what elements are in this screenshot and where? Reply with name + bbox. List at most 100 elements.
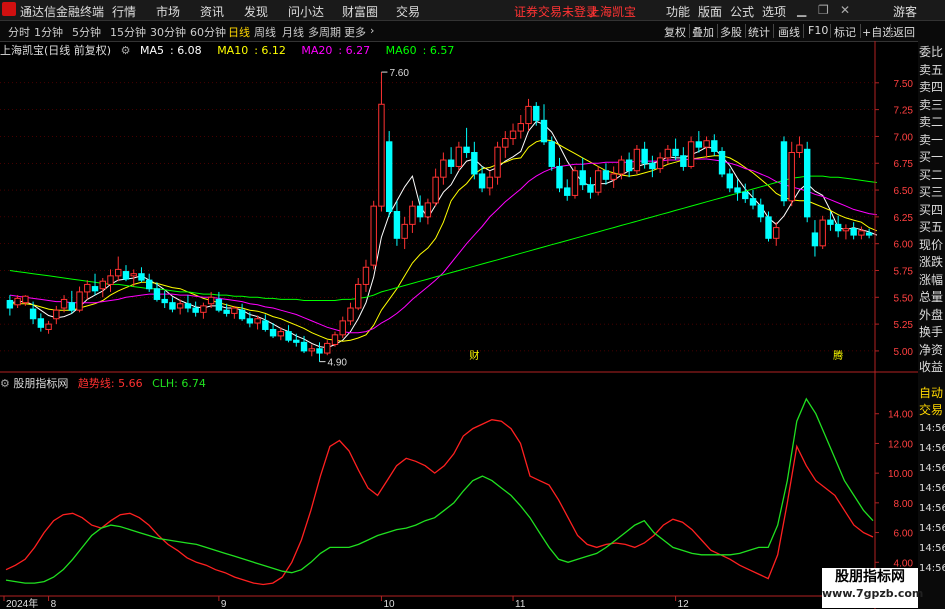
- side-time: 14:56: [919, 483, 945, 494]
- grid-layer: [0, 82, 875, 352]
- indicator-info-line: ⚙ 股朋指标网 趋势线: 5.66 CLH: 6.74: [0, 375, 206, 391]
- menu-item-options[interactable]: 选项: [762, 3, 786, 20]
- y-tick-label: 7.50: [894, 79, 914, 90]
- candle-body: [695, 141, 703, 148]
- period-tab-more[interactable]: 更多: [344, 24, 366, 40]
- guest-label[interactable]: 游客: [893, 3, 917, 20]
- restore-icon[interactable]: ❐: [818, 3, 829, 17]
- candle-body: [571, 170, 579, 196]
- candlesticks: 7.60 4.90 财 腾: [6, 68, 873, 369]
- candle-body: [680, 155, 687, 167]
- x-tick-label: 12: [678, 599, 690, 609]
- candle-body: [293, 339, 300, 343]
- login-status[interactable]: 证券交易未登录: [514, 3, 598, 20]
- side-label: 委比: [919, 45, 944, 59]
- settings-icon[interactable]: ⚙: [121, 44, 131, 57]
- draw-line-button[interactable]: 画线: [778, 24, 800, 40]
- candle-body: [711, 140, 718, 152]
- menu-item-news[interactable]: 资讯: [200, 3, 224, 20]
- side-label: 买二: [919, 167, 944, 182]
- y-tick-label: 6.00: [894, 240, 914, 251]
- back-button[interactable]: 返回: [893, 24, 915, 40]
- minimize-icon[interactable]: ▁: [797, 3, 806, 17]
- indicator-settings-icon[interactable]: ⚙: [0, 377, 10, 390]
- app-logo-icon: [2, 2, 16, 16]
- x-tick-label: 2024年: [6, 597, 38, 609]
- menu-item-trade[interactable]: 交易: [396, 3, 420, 20]
- candle-body: [146, 279, 153, 290]
- mark-button[interactable]: 标记: [834, 24, 856, 40]
- candle-body: [788, 152, 795, 202]
- menu-item-wealth[interactable]: 财富圈: [342, 3, 378, 20]
- y-tick-label: 7.25: [894, 106, 914, 117]
- menu-item-ask[interactable]: 问小达: [288, 3, 324, 20]
- candle-body: [842, 228, 850, 232]
- ind-y-tick-label: 6.00: [894, 529, 914, 540]
- side-label: 买一: [919, 150, 944, 164]
- candle-body: [409, 205, 416, 225]
- candle-body: [161, 298, 168, 304]
- candle-body: [176, 303, 184, 309]
- y-tick-label: 6.50: [894, 186, 914, 197]
- candle-body: [455, 146, 463, 167]
- close-icon[interactable]: ✕: [840, 3, 850, 17]
- menu-item-market[interactable]: 市场: [156, 3, 180, 20]
- f10-button[interactable]: F10: [808, 24, 828, 37]
- period-tab-60min[interactable]: 60分钟: [190, 24, 226, 40]
- period-tab-monthly[interactable]: 月线: [282, 24, 304, 40]
- adjust-button[interactable]: 复权: [664, 24, 686, 40]
- period-tab-weekly[interactable]: 周线: [254, 24, 276, 40]
- stats-button[interactable]: 统计: [748, 24, 770, 40]
- candle-body: [803, 148, 811, 218]
- candle-body: [594, 170, 602, 193]
- candle-body: [254, 318, 261, 324]
- menu-item-layout[interactable]: 版面: [698, 3, 722, 20]
- candle-body: [122, 271, 130, 280]
- side-label-bottom[interactable]: 交易: [919, 401, 943, 418]
- period-tab-timeshare[interactable]: 分时: [8, 24, 30, 40]
- ma10-label: MA10: 6.12: [217, 44, 286, 57]
- candle-body: [463, 146, 470, 154]
- period-tab-30min[interactable]: 30分钟: [150, 24, 186, 40]
- candle-body: [91, 286, 99, 292]
- candle-body: [223, 309, 230, 314]
- candle-body: [308, 348, 315, 352]
- chevron-right-icon[interactable]: ›: [370, 24, 374, 37]
- candle-body: [339, 320, 346, 336]
- overlay-button[interactable]: 叠加: [692, 24, 714, 40]
- candle-body: [579, 170, 586, 186]
- period-tab-daily[interactable]: 日线: [228, 24, 250, 40]
- app-title: 通达信金融终端: [20, 5, 105, 19]
- price-marker-label: 4.90: [328, 358, 348, 369]
- menu-item-quotes[interactable]: 行情: [112, 3, 136, 20]
- candle-body: [215, 298, 223, 311]
- side-time: 14:56: [919, 463, 945, 474]
- candle-body: [478, 173, 486, 189]
- menu-item-discover[interactable]: 发现: [244, 3, 268, 20]
- candle-body: [300, 341, 308, 352]
- chart-canvas: 7.60 4.90 财 腾 5.00 5.25 5.50 5.75 6.00 6.25 6.50 6…: [0, 41, 918, 609]
- period-tab-multi[interactable]: 多周期: [308, 24, 341, 40]
- side-label: 涨跌: [919, 255, 944, 269]
- menu-item-function[interactable]: 功能: [666, 3, 690, 20]
- candle-body: [796, 144, 803, 154]
- candle-body: [533, 105, 540, 121]
- candle-body: [718, 150, 726, 175]
- trend-label: 趋势线: 5.66: [77, 377, 143, 390]
- candle-body: [672, 148, 679, 157]
- side-time: 14:56: [919, 443, 945, 454]
- candle-body: [556, 165, 563, 189]
- side-label-bottom[interactable]: 自动: [919, 384, 943, 401]
- candle-body: [355, 283, 362, 309]
- multi-stock-button[interactable]: 多股: [720, 24, 742, 40]
- watermark-title: 股朋指标网: [835, 569, 905, 585]
- candle-body: [324, 342, 331, 354]
- menu-item-formula[interactable]: 公式: [730, 3, 754, 20]
- period-tab-15min[interactable]: 15分钟: [110, 24, 146, 40]
- add-watchlist-button[interactable]: +自选: [862, 24, 893, 40]
- menu-bar: 通达信金融终端 行情 市场 资讯 发现 问小达 财富圈 交易 证券交易未登录 上…: [0, 0, 945, 21]
- period-tab-1min[interactable]: 1分钟: [34, 24, 63, 40]
- candle-body: [231, 307, 238, 314]
- period-tab-5min[interactable]: 5分钟: [72, 24, 101, 40]
- side-time: 14:56: [919, 523, 945, 534]
